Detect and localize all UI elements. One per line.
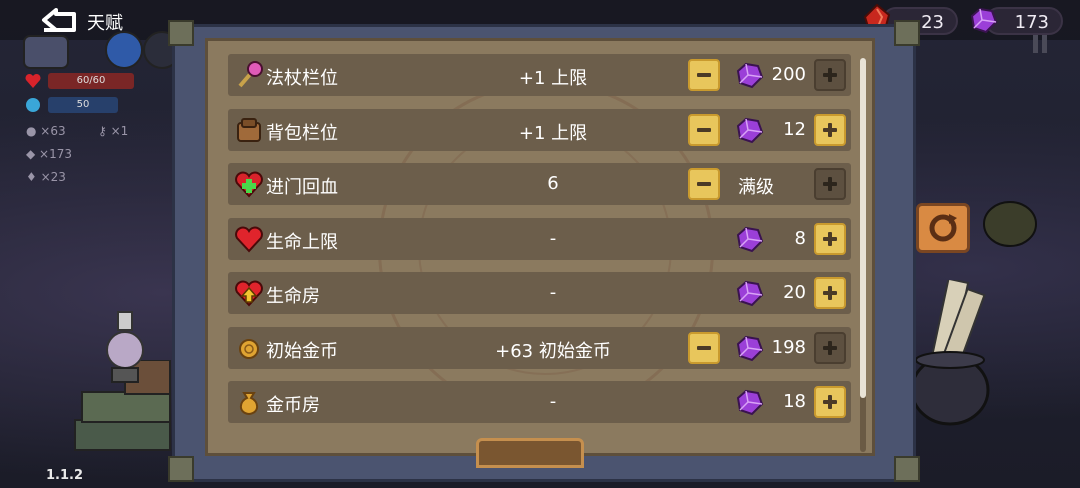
heart-icon [24,72,42,94]
talent-value: - [549,282,557,303]
potion-bottle-decoration [100,310,150,390]
crystal-count: ♦ ×23 [26,170,66,184]
talent-row: 生命上限 - 8 [228,217,851,260]
version-label: 1.1.2 [46,468,84,483]
key-count: ⚷ ×1 [98,124,129,138]
upgrade-cost: 12 [783,118,806,140]
talent-value: +1 上限 [518,68,588,89]
talent-value: - [549,227,557,249]
talent-name: 背包栏位 [266,122,338,144]
talent-name: 生命房 [266,286,320,307]
decrease-button[interactable] [688,331,720,364]
talent-name: 初始金币 [266,340,338,362]
talent-row: 背包栏位 +1 上限 12 [228,108,851,151]
increase-button[interactable] [814,222,846,255]
refresh-icon [929,214,957,242]
cauldron-top-decoration [980,190,1040,250]
talent-row: 初始金币 +63 初始金币 198 [228,326,851,369]
talent-row: 进门回血 6 满级 [228,163,851,205]
upgrade-cost: 18 [783,391,806,412]
cauldron-decoration [910,277,1000,430]
refresh-button[interactable] [916,203,970,253]
increase-button[interactable] [814,386,846,418]
upgrade-cost: 198 [771,336,806,358]
max-level-label: 满级 [738,177,774,198]
mana-bar: 50 [48,97,118,113]
red-crystal-count: 23 [921,12,944,33]
talent-row: 金币房 - 18 [228,381,851,423]
frame-corner [168,456,194,482]
hp-bar: 60/60 [48,73,134,89]
coin-icon [234,333,264,363]
heart-icon [234,224,264,254]
purple-gem-icon [968,6,998,38]
talent-name: 进门回血 [266,177,338,198]
talent-row: 生命房 - 20 [228,272,851,314]
frame-corner [168,20,194,46]
scrollbar-thumb[interactable] [860,58,866,398]
increase-button[interactable] [814,277,846,309]
equipment-slots [22,30,181,74]
pause-icon[interactable] [1026,30,1054,62]
bottom-action-tab[interactable] [476,438,584,468]
wand-icon [234,60,264,90]
gem-count: ◆ ×173 [26,147,73,161]
money-bag-icon [234,387,264,417]
frame-corner [894,20,920,46]
decrease-button[interactable] [688,113,720,146]
coin-count: ● ×63 [26,124,66,138]
backpack-icon [234,115,264,145]
upgrade-cost: 200 [771,64,806,85]
decrease-button[interactable] [688,168,720,200]
talent-name: 金币房 [266,395,320,416]
upgrade-cost: 20 [783,282,806,303]
increase-button[interactable] [814,113,846,146]
mana-orb-icon [24,96,42,118]
heal-heart-icon [234,169,264,199]
hp-text: 60/60 [76,75,106,86]
talent-value: +63 初始金币 [495,340,611,362]
increase-button[interactable] [814,59,846,91]
talent-value: 6 [547,173,559,194]
upgrade-cost: 8 [794,227,806,249]
increase-button[interactable] [814,331,846,364]
mana-text: 50 [76,99,90,110]
talent-value: +1 上限 [518,122,588,144]
talent-name: 生命上限 [266,231,338,253]
heart-room-icon [234,278,264,308]
talent-value: - [549,391,557,412]
decrease-button[interactable] [688,59,720,91]
talent-row: 法杖栏位 +1 上限 200 [228,54,851,96]
increase-button[interactable] [814,168,846,200]
talent-name: 法杖栏位 [266,68,338,89]
frame-corner [894,456,920,482]
